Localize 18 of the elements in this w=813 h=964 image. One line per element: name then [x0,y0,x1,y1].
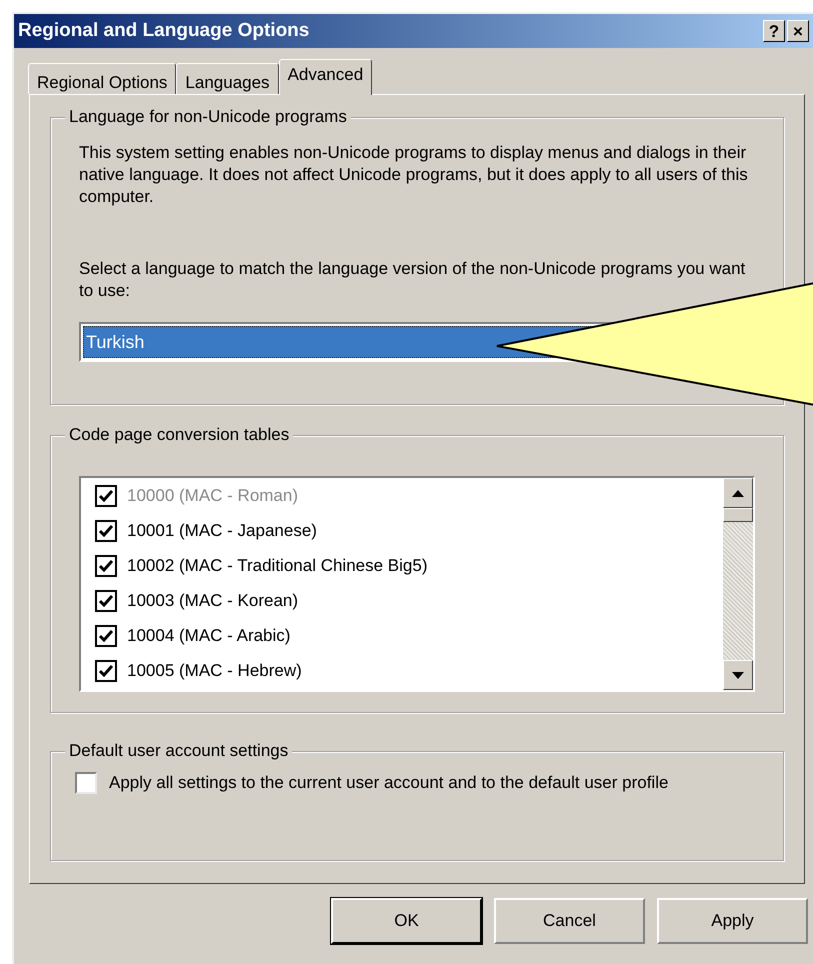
window-title: Regional and Language Options [18,18,310,43]
code-page-label: 10002 (MAC - Traditional Chinese Big5) [127,554,428,577]
code-page-label: 10005 (MAC - Hebrew) [127,660,302,682]
code-page-label: 10000 (MAC - Roman) [127,484,298,507]
code-page-label: 10004 (MAC - Arabic) [127,624,290,647]
tab[interactable]: Languages [176,63,279,94]
dialog-button[interactable]: Cancel [494,898,645,944]
dialog-button[interactable]: Apply [657,898,808,944]
help-button[interactable]: ? [763,20,785,42]
code-page-label: 10003 (MAC - Korean) [127,590,298,612]
tab[interactable]: Regional Options [28,63,176,94]
description-text: This system setting enables non-Unicode programs to display menus and dialogs in their native language. It does not affect Unicode programs, but it does apply to all users of this computer. [79,142,749,208]
tab[interactable]: Advanced [278,59,372,95]
code-page-label: 10001 (MAC - Japanese) [127,520,317,542]
dialog-button[interactable]: OK [331,898,482,944]
checkbox-label: Apply all settings to the current user account and to the default user profile [109,772,668,794]
prompt-text: Select a language to match the language version of the non-Unicode programs you want to use: [79,258,746,302]
close-button[interactable]: × [787,20,809,42]
